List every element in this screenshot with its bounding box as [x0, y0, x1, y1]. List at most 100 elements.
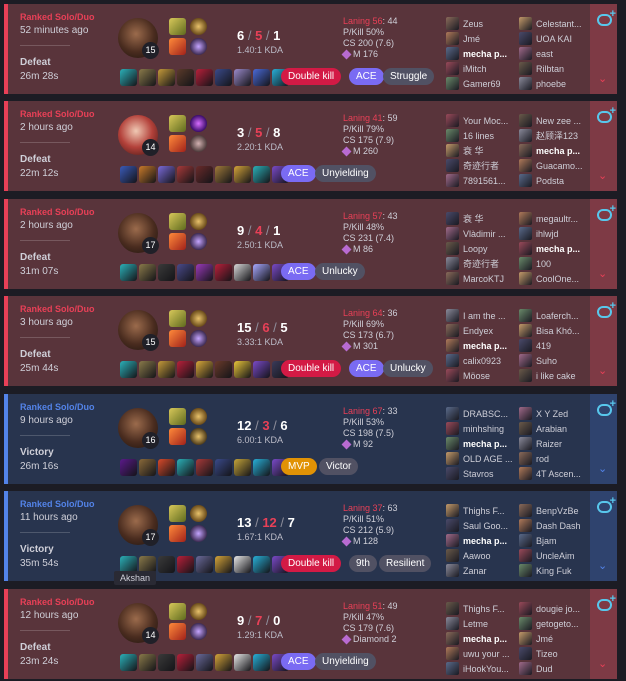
- player-row[interactable]: I am the ...: [446, 308, 518, 323]
- player-row[interactable]: Thighs F...: [446, 503, 518, 518]
- item-icon[interactable]: [177, 654, 194, 671]
- player-row[interactable]: iHookYou...: [446, 661, 518, 676]
- add-friend-icon[interactable]: [597, 398, 616, 416]
- champion-portrait[interactable]: 14: [118, 603, 159, 644]
- player-name[interactable]: Dud: [536, 664, 553, 674]
- player-name[interactable]: minhshing: [463, 424, 504, 434]
- player-name[interactable]: Thighs F...: [463, 506, 505, 516]
- player-name[interactable]: uwu your ...: [463, 649, 510, 659]
- item-icon[interactable]: [215, 459, 232, 476]
- item-icon[interactable]: [234, 69, 251, 86]
- player-row[interactable]: uwu your ...: [446, 646, 518, 661]
- player-name[interactable]: Loopy: [463, 244, 488, 254]
- item-icon[interactable]: [177, 459, 194, 476]
- player-name[interactable]: Gamer69: [463, 79, 501, 89]
- player-row[interactable]: getogeto...: [519, 616, 591, 631]
- player-row[interactable]: DRABSC...: [446, 406, 518, 421]
- player-name[interactable]: 419: [536, 341, 551, 351]
- match-card[interactable]: Ranked Solo/Duo 3 hours ago Defeat 25m 44s 1…: [4, 296, 617, 386]
- player-name[interactable]: east: [536, 49, 553, 59]
- player-name[interactable]: iMitch: [463, 64, 487, 74]
- player-name[interactable]: Loaferch...: [536, 311, 579, 321]
- item-icon[interactable]: [253, 361, 270, 378]
- player-row[interactable]: Guacamo...: [519, 158, 591, 173]
- player-name[interactable]: Bjam: [536, 536, 557, 546]
- add-friend-icon[interactable]: [597, 105, 616, 123]
- player-row[interactable]: phoebe: [519, 76, 591, 91]
- player-name[interactable]: Tizeo: [536, 649, 558, 659]
- player-row[interactable]: calix0923: [446, 353, 518, 368]
- player-row[interactable]: Bjam: [519, 533, 591, 548]
- player-row[interactable]: UncleAim: [519, 548, 591, 563]
- player-row[interactable]: Saul Goo...: [446, 518, 518, 533]
- player-name[interactable]: Jmé: [536, 634, 553, 644]
- player-row[interactable]: Stavros: [446, 466, 518, 481]
- item-icon[interactable]: [120, 69, 137, 86]
- laning-link[interactable]: Laning 37: [343, 503, 383, 513]
- player-row[interactable]: Celestant...: [519, 16, 591, 31]
- match-card[interactable]: Ranked Solo/Duo 12 hours ago Defeat 23m 24s…: [4, 589, 617, 679]
- laning-link[interactable]: Laning 67: [343, 406, 383, 416]
- player-row[interactable]: mecha p...: [446, 631, 518, 646]
- match-card[interactable]: Ranked Solo/Duo 9 hours ago Victory 26m 16s…: [4, 394, 617, 484]
- player-name[interactable]: 赵顾泽123: [536, 129, 578, 142]
- expand-panel[interactable]: ⌄: [590, 4, 617, 94]
- champion-portrait[interactable]: 15: [118, 310, 159, 351]
- champion-portrait[interactable]: 16: [118, 408, 159, 449]
- player-name[interactable]: King Fuk: [536, 566, 572, 576]
- item-icon[interactable]: [215, 654, 232, 671]
- laning-link[interactable]: Laning 56: [343, 16, 383, 26]
- player-name[interactable]: New zee ...: [536, 116, 581, 126]
- player-name[interactable]: Zeus: [463, 19, 483, 29]
- item-icon[interactable]: [215, 166, 232, 183]
- player-row[interactable]: Letme: [446, 616, 518, 631]
- item-icon[interactable]: [158, 264, 175, 281]
- player-row[interactable]: minhshing: [446, 421, 518, 436]
- laning-link[interactable]: Laning 57: [343, 211, 383, 221]
- item-icon[interactable]: [158, 459, 175, 476]
- item-icon[interactable]: [177, 166, 194, 183]
- item-icon[interactable]: [139, 264, 156, 281]
- player-row[interactable]: east: [519, 46, 591, 61]
- player-row[interactable]: BenpVzBe: [519, 503, 591, 518]
- item-icon[interactable]: [196, 69, 213, 86]
- item-icon[interactable]: [158, 654, 175, 671]
- player-row[interactable]: 奇迹行者: [446, 158, 518, 173]
- player-name[interactable]: 奇迹行者: [463, 159, 499, 172]
- champion-portrait[interactable]: 15: [118, 18, 159, 59]
- item-icon[interactable]: [234, 264, 251, 281]
- player-row[interactable]: 奇迹行者: [446, 256, 518, 271]
- expand-panel[interactable]: ⌄: [590, 589, 617, 679]
- chevron-down-icon[interactable]: ⌄: [598, 366, 607, 377]
- player-row[interactable]: Vlàdimir ...: [446, 226, 518, 241]
- item-icon[interactable]: [215, 556, 232, 573]
- add-friend-icon[interactable]: [597, 495, 616, 513]
- item-icon[interactable]: [234, 556, 251, 573]
- player-name[interactable]: Jmé: [463, 34, 480, 44]
- player-name[interactable]: i like cake: [536, 371, 576, 381]
- player-row[interactable]: megaultr...: [519, 211, 591, 226]
- player-name[interactable]: Rilbtan: [536, 64, 564, 74]
- champion-portrait[interactable]: 17: [118, 213, 159, 254]
- player-name[interactable]: UncleAim: [536, 551, 575, 561]
- player-row[interactable]: 16 lines: [446, 128, 518, 143]
- player-name[interactable]: mecha p...: [463, 634, 507, 644]
- player-name[interactable]: Arabian: [536, 424, 567, 434]
- item-icon[interactable]: [215, 264, 232, 281]
- player-name[interactable]: 100: [536, 259, 551, 269]
- player-name[interactable]: rod: [536, 454, 549, 464]
- item-icon[interactable]: [215, 361, 232, 378]
- player-name[interactable]: ihlwjd: [536, 229, 559, 239]
- item-icon[interactable]: [215, 69, 232, 86]
- player-name[interactable]: Stavros: [463, 469, 494, 479]
- player-name[interactable]: mecha p...: [463, 439, 507, 449]
- add-friend-icon[interactable]: [597, 300, 616, 318]
- item-icon[interactable]: [196, 264, 213, 281]
- player-row[interactable]: New zee ...: [519, 113, 591, 128]
- player-name[interactable]: Letme: [463, 619, 488, 629]
- item-icon[interactable]: [120, 166, 137, 183]
- player-name[interactable]: Thighs F...: [463, 604, 505, 614]
- player-name[interactable]: BenpVzBe: [536, 506, 579, 516]
- player-name[interactable]: iHookYou...: [463, 664, 509, 674]
- player-name[interactable]: 奇迹行者: [463, 257, 499, 270]
